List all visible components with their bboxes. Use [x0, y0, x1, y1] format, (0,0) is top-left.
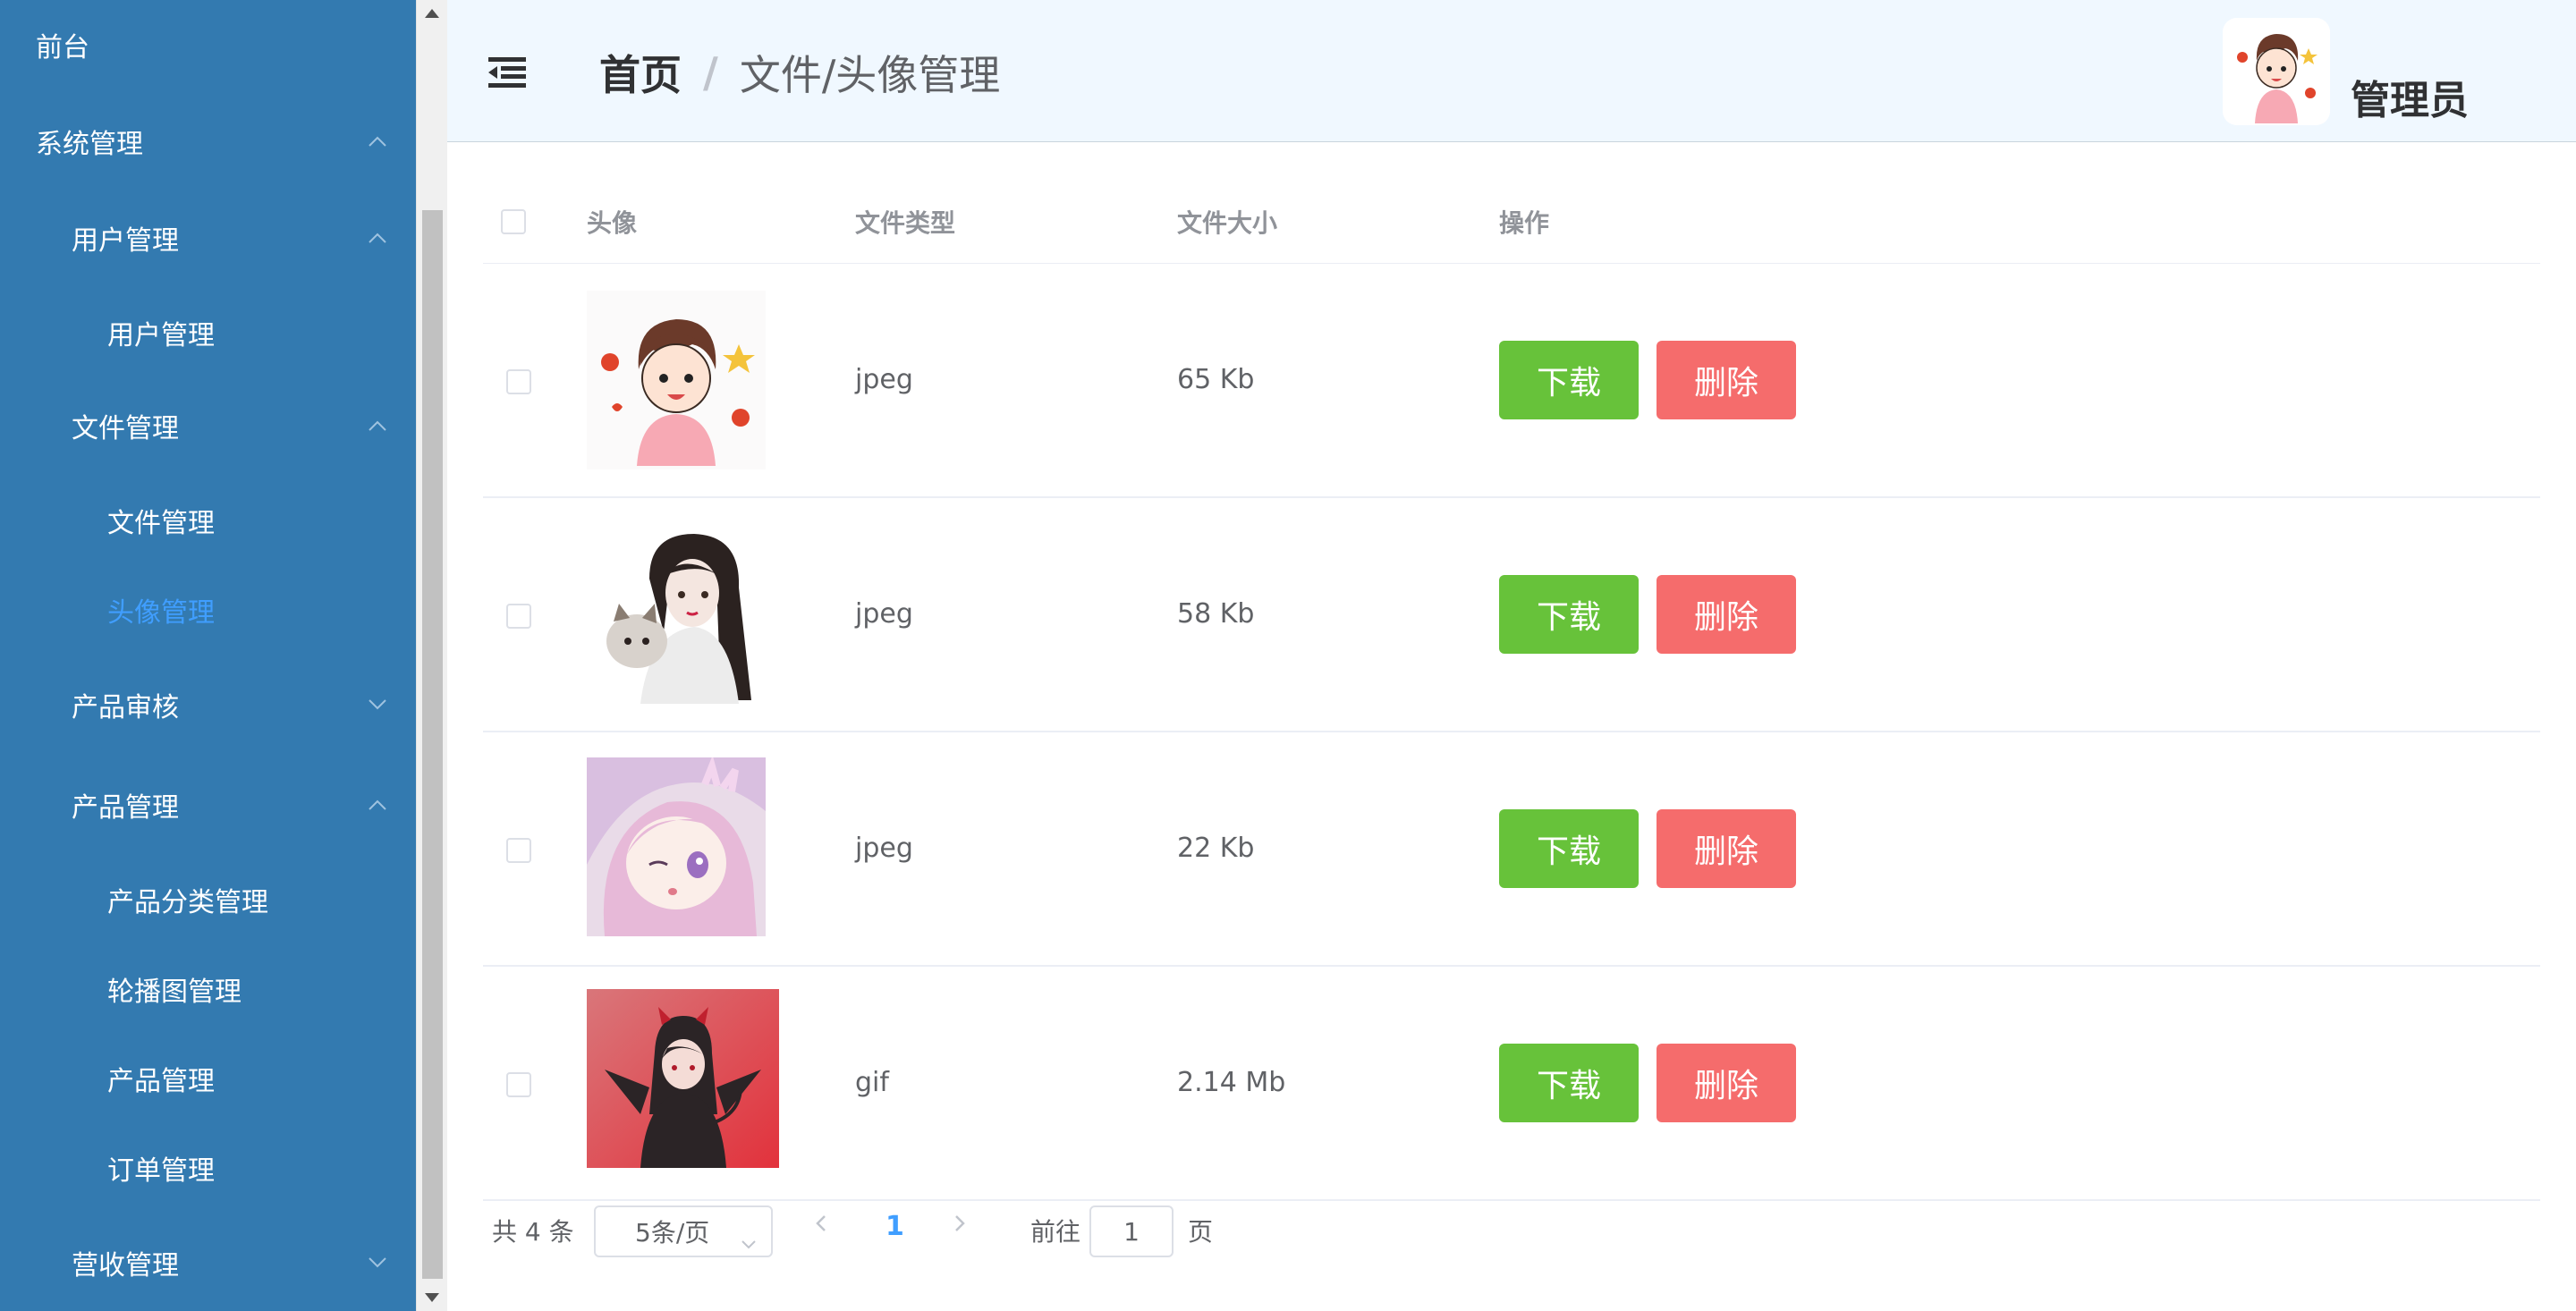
breadcrumb-separator: /	[703, 48, 718, 97]
download-button[interactable]: 下载	[1499, 575, 1639, 654]
anime-pink-hair-avatar	[587, 757, 766, 936]
row-checkbox[interactable]	[506, 369, 531, 394]
sidebar-item-label: 用户管理	[72, 225, 179, 257]
table-header: 头像 文件类型 文件大小 操作	[483, 179, 2540, 264]
sidebar-item-file-management-group[interactable]: 文件管理	[0, 381, 416, 470]
next-page-button[interactable]	[953, 1211, 967, 1243]
table-row: gif 2.14 Mb 下载 删除	[483, 967, 2540, 1201]
goto-page-input[interactable]	[1089, 1205, 1174, 1257]
menu-fold-icon[interactable]	[488, 57, 526, 88]
prev-page-button[interactable]	[814, 1211, 828, 1243]
goto-label: 前往	[1030, 1217, 1081, 1247]
sidebar-scrollbar[interactable]	[416, 0, 447, 1311]
sidebar-item-label: 产品审核	[72, 692, 179, 723]
column-header-actions: 操作	[1499, 208, 1550, 238]
sidebar-item-user-management-group[interactable]: 用户管理	[0, 193, 416, 283]
sidebar-item-label: 文件管理	[72, 413, 179, 444]
breadcrumb-current: 文件/头像管理	[739, 51, 1001, 99]
chevron-down-icon	[368, 698, 386, 711]
delete-button[interactable]: 删除	[1657, 809, 1796, 888]
file-size: 58 Kb	[1177, 598, 1255, 630]
delete-button[interactable]: 删除	[1657, 1044, 1796, 1122]
chevron-down-icon	[368, 1256, 386, 1269]
breadcrumb: 首页 / 文件/头像管理	[599, 43, 1000, 102]
sidebar: 前台 系统管理 用户管理 用户管理 文件管理 文件管理 头像管理 产品审核 产品…	[0, 0, 416, 1311]
sidebar-item-label: 产品分类管理	[107, 887, 268, 918]
page-size-value: 5条/页	[635, 1218, 710, 1248]
sidebar-item-label: 头像管理	[107, 597, 215, 629]
column-header-avatar: 头像	[587, 208, 638, 238]
sidebar-item-user-management[interactable]: 用户管理	[0, 288, 416, 377]
sidebar-item-product-management-group[interactable]: 产品管理	[0, 760, 416, 850]
file-type: jpeg	[855, 833, 913, 864]
file-size: 22 Kb	[1177, 833, 1255, 864]
table-row: jpeg 22 Kb 下载 删除	[483, 732, 2540, 967]
download-button[interactable]: 下载	[1499, 1044, 1639, 1122]
avatar[interactable]	[2223, 18, 2330, 125]
sidebar-item-label: 文件管理	[107, 508, 215, 539]
user-name[interactable]: 管理员	[2351, 68, 2469, 125]
sidebar-item-label: 系统管理	[36, 129, 143, 160]
goto-suffix: 页	[1188, 1217, 1214, 1247]
sidebar-item-label: 用户管理	[107, 320, 215, 351]
file-size: 2.14 Mb	[1177, 1067, 1286, 1098]
sidebar-item-category-management[interactable]: 产品分类管理	[0, 855, 416, 944]
file-type: jpeg	[855, 364, 913, 395]
chevron-up-icon	[368, 232, 386, 244]
sidebar-item-product-management[interactable]: 产品管理	[0, 1034, 416, 1123]
select-all-checkbox[interactable]	[501, 209, 526, 234]
sidebar-item-system-management[interactable]: 系统管理	[0, 97, 416, 186]
sidebar-item-file-management[interactable]: 文件管理	[0, 476, 416, 565]
sidebar-item-label: 产品管理	[107, 1066, 215, 1097]
file-type: gif	[855, 1067, 889, 1098]
sidebar-item-label: 订单管理	[107, 1155, 215, 1187]
file-size: 65 Kb	[1177, 364, 1255, 395]
chevron-down-icon	[741, 1227, 757, 1256]
scroll-up-arrow-icon[interactable]	[425, 9, 439, 18]
pagination: 共 4 条 5条/页 1 前往 页	[483, 1198, 1377, 1261]
devil-girl-avatar	[587, 989, 779, 1168]
cartoon-boy-avatar	[587, 291, 766, 469]
chevron-up-icon	[368, 419, 386, 432]
sidebar-item-order-management[interactable]: 订单管理	[0, 1123, 416, 1213]
sidebar-item-frontend[interactable]: 前台	[0, 0, 416, 89]
pagination-total: 共 4 条	[492, 1217, 574, 1247]
sidebar-item-avatar-management[interactable]: 头像管理	[0, 565, 416, 655]
sidebar-item-revenue-management[interactable]: 营收管理	[0, 1218, 416, 1307]
sidebar-item-carousel-management[interactable]: 轮播图管理	[0, 944, 416, 1034]
breadcrumb-home[interactable]: 首页	[599, 43, 682, 102]
download-button[interactable]: 下载	[1499, 341, 1639, 419]
download-button[interactable]: 下载	[1499, 809, 1639, 888]
delete-button[interactable]: 删除	[1657, 341, 1796, 419]
sidebar-item-label: 产品管理	[72, 792, 179, 824]
scrollbar-thumb[interactable]	[422, 210, 443, 1279]
chevron-up-icon	[368, 135, 386, 148]
column-header-file-type: 文件类型	[855, 208, 956, 238]
scroll-down-arrow-icon[interactable]	[425, 1293, 439, 1302]
row-checkbox[interactable]	[506, 838, 531, 863]
sidebar-item-label: 前台	[36, 32, 89, 63]
chevron-up-icon	[368, 799, 386, 811]
file-type: jpeg	[855, 598, 913, 630]
page-size-select[interactable]: 5条/页	[594, 1205, 773, 1257]
delete-button[interactable]: 删除	[1657, 575, 1796, 654]
sidebar-item-label: 营收管理	[72, 1250, 179, 1281]
page-number-current[interactable]: 1	[886, 1211, 904, 1242]
table-row: jpeg 58 Kb 下载 删除	[483, 498, 2540, 732]
table-row: jpeg 65 Kb 下载 删除	[483, 264, 2540, 498]
row-checkbox[interactable]	[506, 1072, 531, 1097]
row-checkbox[interactable]	[506, 604, 531, 629]
sidebar-item-product-review[interactable]: 产品审核	[0, 660, 416, 749]
sidebar-item-label: 轮播图管理	[107, 977, 242, 1008]
column-header-file-size: 文件大小	[1177, 208, 1278, 238]
girl-with-cat-avatar	[587, 525, 766, 704]
top-header: 首页 / 文件/头像管理 管理员	[447, 0, 2576, 142]
